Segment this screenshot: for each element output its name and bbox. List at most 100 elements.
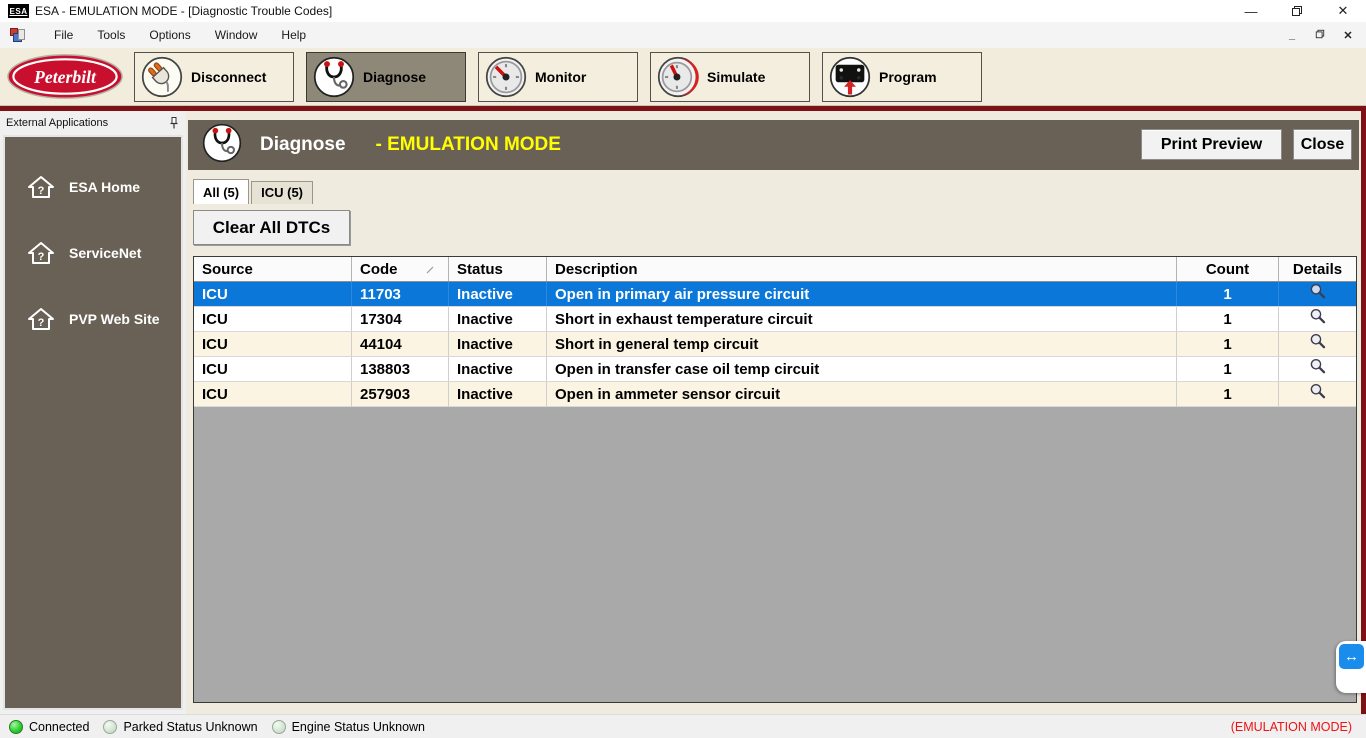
status-item-connected: Connected — [5, 720, 99, 734]
pin-icon[interactable] — [168, 116, 180, 130]
svg-text:?: ? — [38, 185, 45, 197]
table-row[interactable]: ICU44104InactiveShort in general temp ci… — [194, 332, 1356, 357]
diagnose-stethoscope-icon — [202, 123, 242, 168]
restore-button[interactable] — [1274, 0, 1320, 22]
cell-description: Open in ammeter sensor circuit — [547, 382, 1177, 406]
column-header-count[interactable]: Count — [1177, 257, 1279, 281]
cell-code: 44104 — [352, 332, 449, 356]
dtc-table: SourceCodeStatusDescriptionCountDetails … — [193, 256, 1357, 703]
menu-bar: FileToolsOptionsWindowHelp _ ✕ — [0, 22, 1366, 48]
column-header-status[interactable]: Status — [449, 257, 547, 281]
sidebar-item-label: ServiceNet — [69, 245, 141, 261]
toolbar-button-simulate[interactable]: Simulate — [650, 52, 810, 102]
toolbar-button-program[interactable]: Program — [822, 52, 982, 102]
column-header-label: Count — [1206, 261, 1249, 278]
status-bar: Connected Parked Status Unknown Engine Sta… — [0, 714, 1366, 738]
details-magnifier-icon[interactable] — [1309, 383, 1327, 405]
column-header-source[interactable]: Source — [194, 257, 352, 281]
peterbilt-logo: Peterbilt — [6, 53, 124, 100]
menu-item-help[interactable]: Help — [269, 24, 318, 46]
column-header-details[interactable]: Details — [1279, 257, 1356, 281]
mdi-minimize-button[interactable]: _ — [1284, 29, 1300, 41]
svg-text:?: ? — [38, 251, 45, 263]
diagnose-view: Diagnose - EMULATION MODE Print Preview … — [186, 111, 1366, 714]
monitor-gauge-icon — [485, 56, 527, 98]
sort-ascending-icon — [426, 261, 434, 278]
cell-source: ICU — [194, 382, 352, 406]
table-row[interactable]: ICU17304InactiveShort in exhaust tempera… — [194, 307, 1356, 332]
mdi-close-button[interactable]: ✕ — [1340, 29, 1356, 42]
status-item-parked-status-unknown: Parked Status Unknown — [99, 720, 267, 734]
column-header-label: Details — [1293, 261, 1342, 278]
clear-all-dtcs-button[interactable]: Clear All DTCs — [193, 210, 350, 245]
emulation-mode-label: - EMULATION MODE — [376, 134, 561, 156]
toolbar-button-diagnose[interactable]: Diagnose — [306, 52, 466, 102]
pale-led-icon — [103, 720, 117, 734]
esa-app-icon: ESA — [8, 4, 29, 18]
cell-code: 11703 — [352, 282, 449, 306]
details-magnifier-icon[interactable] — [1309, 283, 1327, 305]
table-row[interactable]: ICU257903InactiveOpen in ammeter sensor … — [194, 382, 1356, 407]
sidebar-header: External Applications — [0, 111, 186, 135]
details-magnifier-icon[interactable] — [1309, 308, 1327, 330]
status-item-label: Connected — [29, 720, 89, 734]
menu-item-tools[interactable]: Tools — [85, 24, 137, 46]
toolbar-button-label: Simulate — [707, 69, 765, 85]
table-row[interactable]: ICU11703InactiveOpen in primary air pres… — [194, 282, 1356, 307]
cell-count: 1 — [1177, 382, 1279, 406]
toolbar-button-disconnect[interactable]: Disconnect — [134, 52, 294, 102]
details-magnifier-icon[interactable] — [1309, 333, 1327, 355]
cell-status: Inactive — [449, 382, 547, 406]
cell-details — [1279, 332, 1356, 356]
status-item-label: Engine Status Unknown — [292, 720, 425, 734]
details-magnifier-icon[interactable] — [1309, 358, 1327, 380]
mdi-restore-button[interactable] — [1312, 29, 1328, 42]
sidebar-item-label: PVP Web Site — [69, 311, 160, 327]
home-icon: ? — [27, 307, 55, 331]
table-header-row: SourceCode Status Description Count Details — [194, 257, 1356, 282]
restore-icon — [1291, 5, 1303, 17]
tab-icu-5[interactable]: ICU (5) — [251, 181, 313, 204]
right-maroon-strip — [1361, 111, 1366, 714]
cell-status: Inactive — [449, 332, 547, 356]
emulation-mode-status: (EMULATION MODE) — [1231, 720, 1352, 734]
sidebar-item-servicenet[interactable]: ? ServiceNet — [5, 241, 181, 265]
cell-count: 1 — [1177, 282, 1279, 306]
column-header-code[interactable]: Code — [352, 257, 449, 281]
column-header-description[interactable]: Description — [547, 257, 1177, 281]
toolbar-button-label: Monitor — [535, 69, 586, 85]
toolbar-button-label: Disconnect — [191, 69, 266, 85]
sidebar-body: ? ESA Home? ServiceNet? PVP Web Site — [3, 135, 183, 710]
close-button[interactable]: ✕ — [1320, 0, 1366, 22]
form-icon — [10, 28, 26, 43]
column-header-label: Status — [457, 261, 503, 278]
mdi-restore-icon — [1315, 29, 1325, 39]
cell-code: 138803 — [352, 357, 449, 381]
svg-text:?: ? — [38, 317, 45, 329]
tab-all-5[interactable]: All (5) — [193, 179, 249, 204]
table-row[interactable]: ICU138803InactiveOpen in transfer case o… — [194, 357, 1356, 382]
cell-source: ICU — [194, 332, 352, 356]
menu-item-window[interactable]: Window — [203, 24, 270, 46]
cell-count: 1 — [1177, 332, 1279, 356]
sidebar-item-esa-home[interactable]: ? ESA Home — [5, 175, 181, 199]
status-item-engine-status-unknown: Engine Status Unknown — [268, 720, 435, 734]
home-icon: ? — [27, 241, 55, 265]
cell-details — [1279, 357, 1356, 381]
menu-item-options[interactable]: Options — [137, 24, 202, 46]
minimize-button[interactable]: — — [1228, 0, 1274, 22]
home-icon: ? — [27, 175, 55, 199]
cell-details — [1279, 382, 1356, 406]
sidebar-item-label: ESA Home — [69, 179, 140, 195]
close-view-button[interactable]: Close — [1293, 129, 1352, 160]
print-preview-button[interactable]: Print Preview — [1141, 129, 1282, 160]
toolbar-button-monitor[interactable]: Monitor — [478, 52, 638, 102]
simulate-gauge-icon — [657, 56, 699, 98]
status-item-label: Parked Status Unknown — [123, 720, 257, 734]
diagnose-stethoscope-icon — [313, 56, 355, 98]
remote-access-edge-tab[interactable]: ↔ — [1336, 641, 1366, 693]
sidebar-item-pvp-web-site[interactable]: ? PVP Web Site — [5, 307, 181, 331]
cell-status: Inactive — [449, 282, 547, 306]
menu-item-file[interactable]: File — [42, 24, 85, 46]
horizontal-arrows-icon[interactable]: ↔ — [1339, 644, 1364, 669]
